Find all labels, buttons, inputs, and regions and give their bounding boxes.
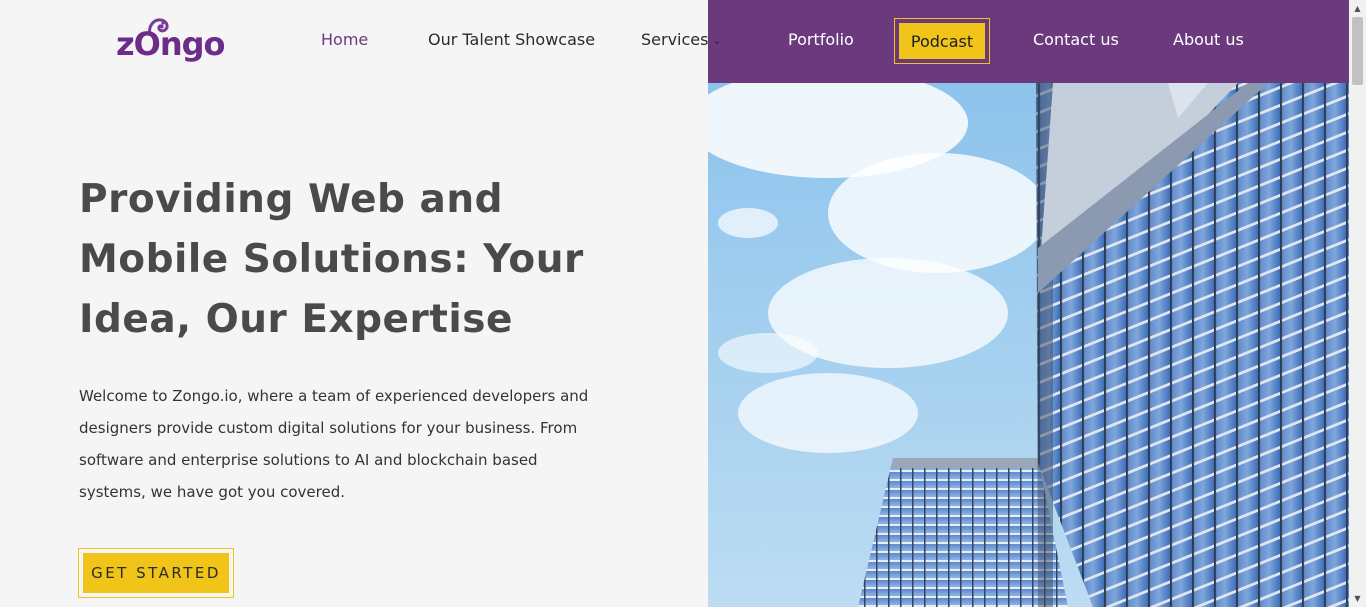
- hero-image: [708, 83, 1349, 607]
- nav-contact-us[interactable]: Contact us: [1033, 30, 1119, 50]
- chevron-down-icon: ⌄: [712, 34, 722, 47]
- page: zOngo Home Our Talent Showcase Services ⌄…: [0, 0, 1366, 607]
- get-started-button[interactable]: GET STARTED: [78, 548, 234, 598]
- nav-podcast-button[interactable]: Podcast: [894, 18, 990, 64]
- nav-podcast-label: Podcast: [899, 23, 985, 59]
- nav-services[interactable]: Services ⌄: [641, 30, 722, 51]
- nav-portfolio[interactable]: Portfolio: [788, 30, 854, 50]
- scroll-down-arrow-icon[interactable]: ▼: [1349, 590, 1366, 607]
- hero-title: Providing Web and Mobile Solutions: Your…: [79, 177, 584, 342]
- page-scrollbar[interactable]: ▲ ▼: [1349, 0, 1366, 607]
- get-started-label: GET STARTED: [83, 553, 229, 593]
- nav-home[interactable]: Home: [321, 30, 368, 50]
- skyscraper-illustration: [708, 83, 1349, 607]
- nav-about-us[interactable]: About us: [1173, 30, 1244, 50]
- scroll-up-arrow-icon[interactable]: ▲: [1349, 0, 1366, 17]
- nav-services-label: Services: [641, 30, 709, 49]
- nav-talent-showcase[interactable]: Our Talent Showcase: [428, 30, 595, 50]
- hero-description: Welcome to Zongo.io, where a team of exp…: [79, 387, 589, 501]
- scrollbar-thumb[interactable]: [1352, 17, 1363, 85]
- main-nav: Home Our Talent Showcase Services ⌄ Portf…: [0, 0, 1349, 83]
